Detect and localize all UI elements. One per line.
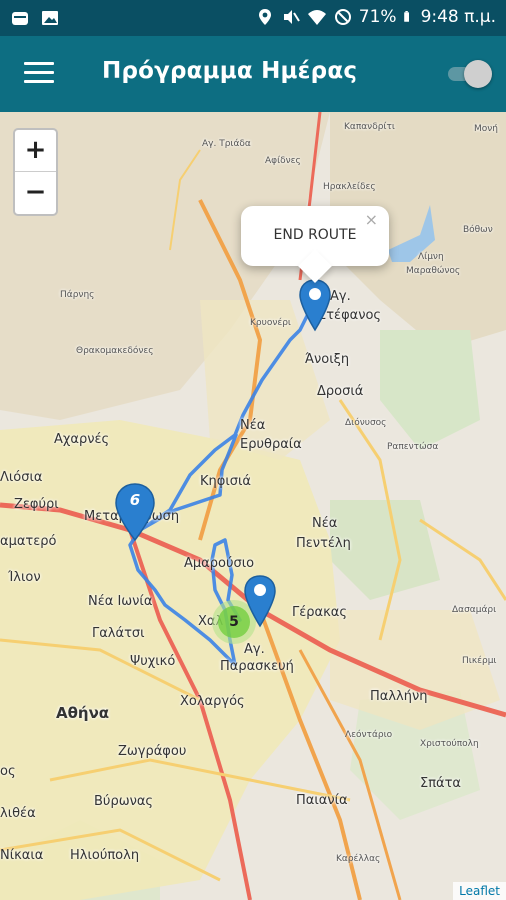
place-label: Καρέλλας [336, 854, 381, 864]
place-label: Ζωγράφου [118, 744, 187, 759]
battery-icon [403, 11, 409, 22]
marker-popup: END ROUTE × [241, 206, 389, 283]
status-bar: 71% 9:48 π.μ. [0, 0, 506, 36]
place-label: Σπάτα [420, 776, 462, 791]
place-label: Αγ. [330, 289, 351, 304]
place-label: Ηρακλείδες [323, 182, 376, 192]
place-label: Άνοιξη [305, 352, 350, 367]
place-label: Πεντέλη [296, 536, 351, 551]
place-label: Μαραθώνος [406, 266, 461, 276]
place-label: Αγ. Τριάδα [202, 139, 251, 149]
place-label: Αθήνα [56, 704, 110, 722]
place-label: Παιανία [296, 793, 348, 808]
place-label: Ζεφύρι [14, 497, 59, 512]
place-label: Γαλάτσι [92, 626, 145, 641]
battery-percent: 71% [358, 7, 397, 27]
place-label: Θρακομακεδόνες [76, 346, 154, 356]
place-label: Ραπεντώσα [387, 442, 439, 452]
mute-icon [283, 10, 300, 24]
wifi-icon [307, 10, 326, 25]
place-label: Ψυχικό [130, 654, 176, 669]
place-label: Βύρωνας [94, 794, 154, 809]
app-bar: Πρόγραμμα Ημέρας [0, 36, 506, 112]
marker-pin-icon [299, 279, 331, 332]
place-label: Χολαργός [180, 694, 245, 709]
place-label: Μονή [474, 124, 499, 134]
place-label: Λιόσια [0, 470, 43, 485]
no-sim-icon [334, 9, 351, 25]
place-label: Νέα [240, 418, 266, 433]
place-label: Ηλιούπολη [70, 848, 140, 863]
place-label: αματερό [0, 534, 57, 549]
place-label: Κηφισιά [200, 474, 251, 489]
place-label: Λεόντάριο [345, 730, 393, 740]
android-icon [12, 12, 28, 25]
place-label: λιθέα [0, 806, 36, 821]
hamburger-menu-icon[interactable] [24, 62, 54, 86]
zoom-out-button[interactable]: − [15, 172, 56, 214]
place-label: Παρασκευή [220, 659, 294, 674]
image-icon [42, 11, 58, 25]
map-marker-pin[interactable] [298, 278, 332, 332]
zoom-in-button[interactable]: + [15, 130, 56, 172]
page-title: Πρόγραμμα Ημέρας [102, 58, 358, 84]
place-label: Ίλιον [8, 570, 41, 585]
place-label: Ερυθραία [240, 437, 302, 452]
map-marker-pin[interactable] [243, 574, 277, 628]
route-toggle[interactable] [444, 60, 492, 88]
map-marker-pin[interactable]: 6 [114, 482, 156, 542]
place-label: Νίκαια [0, 848, 44, 863]
place-label: Βόθων [463, 225, 493, 235]
marker-number: 6 [129, 491, 141, 509]
place-label: Χριστούπολη [420, 739, 479, 749]
place-label: Διόνυσος [345, 418, 387, 428]
place-label: Αμαρούσιο [184, 556, 255, 571]
place-label: Παλλήνη [370, 689, 428, 704]
place-label: Γέρακας [292, 605, 347, 620]
place-label: ος [0, 764, 16, 779]
popup-close-button[interactable]: × [365, 210, 378, 229]
place-label: Αχαρνές [54, 432, 110, 447]
place-label: Δροσιά [317, 384, 364, 399]
status-time: 9:48 π.μ. [420, 7, 496, 27]
place-label: Αγ. [244, 642, 265, 657]
place-label: Πάρνης [60, 290, 95, 300]
place-label: Κρυονέρι [250, 318, 291, 328]
leaflet-attribution-link[interactable]: Leaflet [453, 882, 506, 900]
place-label: Καπανδρίτι [344, 122, 395, 132]
place-label: Πικέρμι [462, 656, 497, 666]
place-label: Λίμνη [418, 252, 444, 262]
marker-pin-icon [244, 575, 276, 628]
place-label: Νέα Ιωνία [88, 594, 153, 609]
popup-text: END ROUTE [273, 227, 357, 243]
place-label: Αφίδνες [265, 156, 301, 166]
place-label: Δασαμάρι [452, 605, 497, 615]
location-icon [258, 9, 271, 25]
zoom-control: + − [13, 128, 58, 216]
place-label: Νέα [312, 516, 338, 531]
